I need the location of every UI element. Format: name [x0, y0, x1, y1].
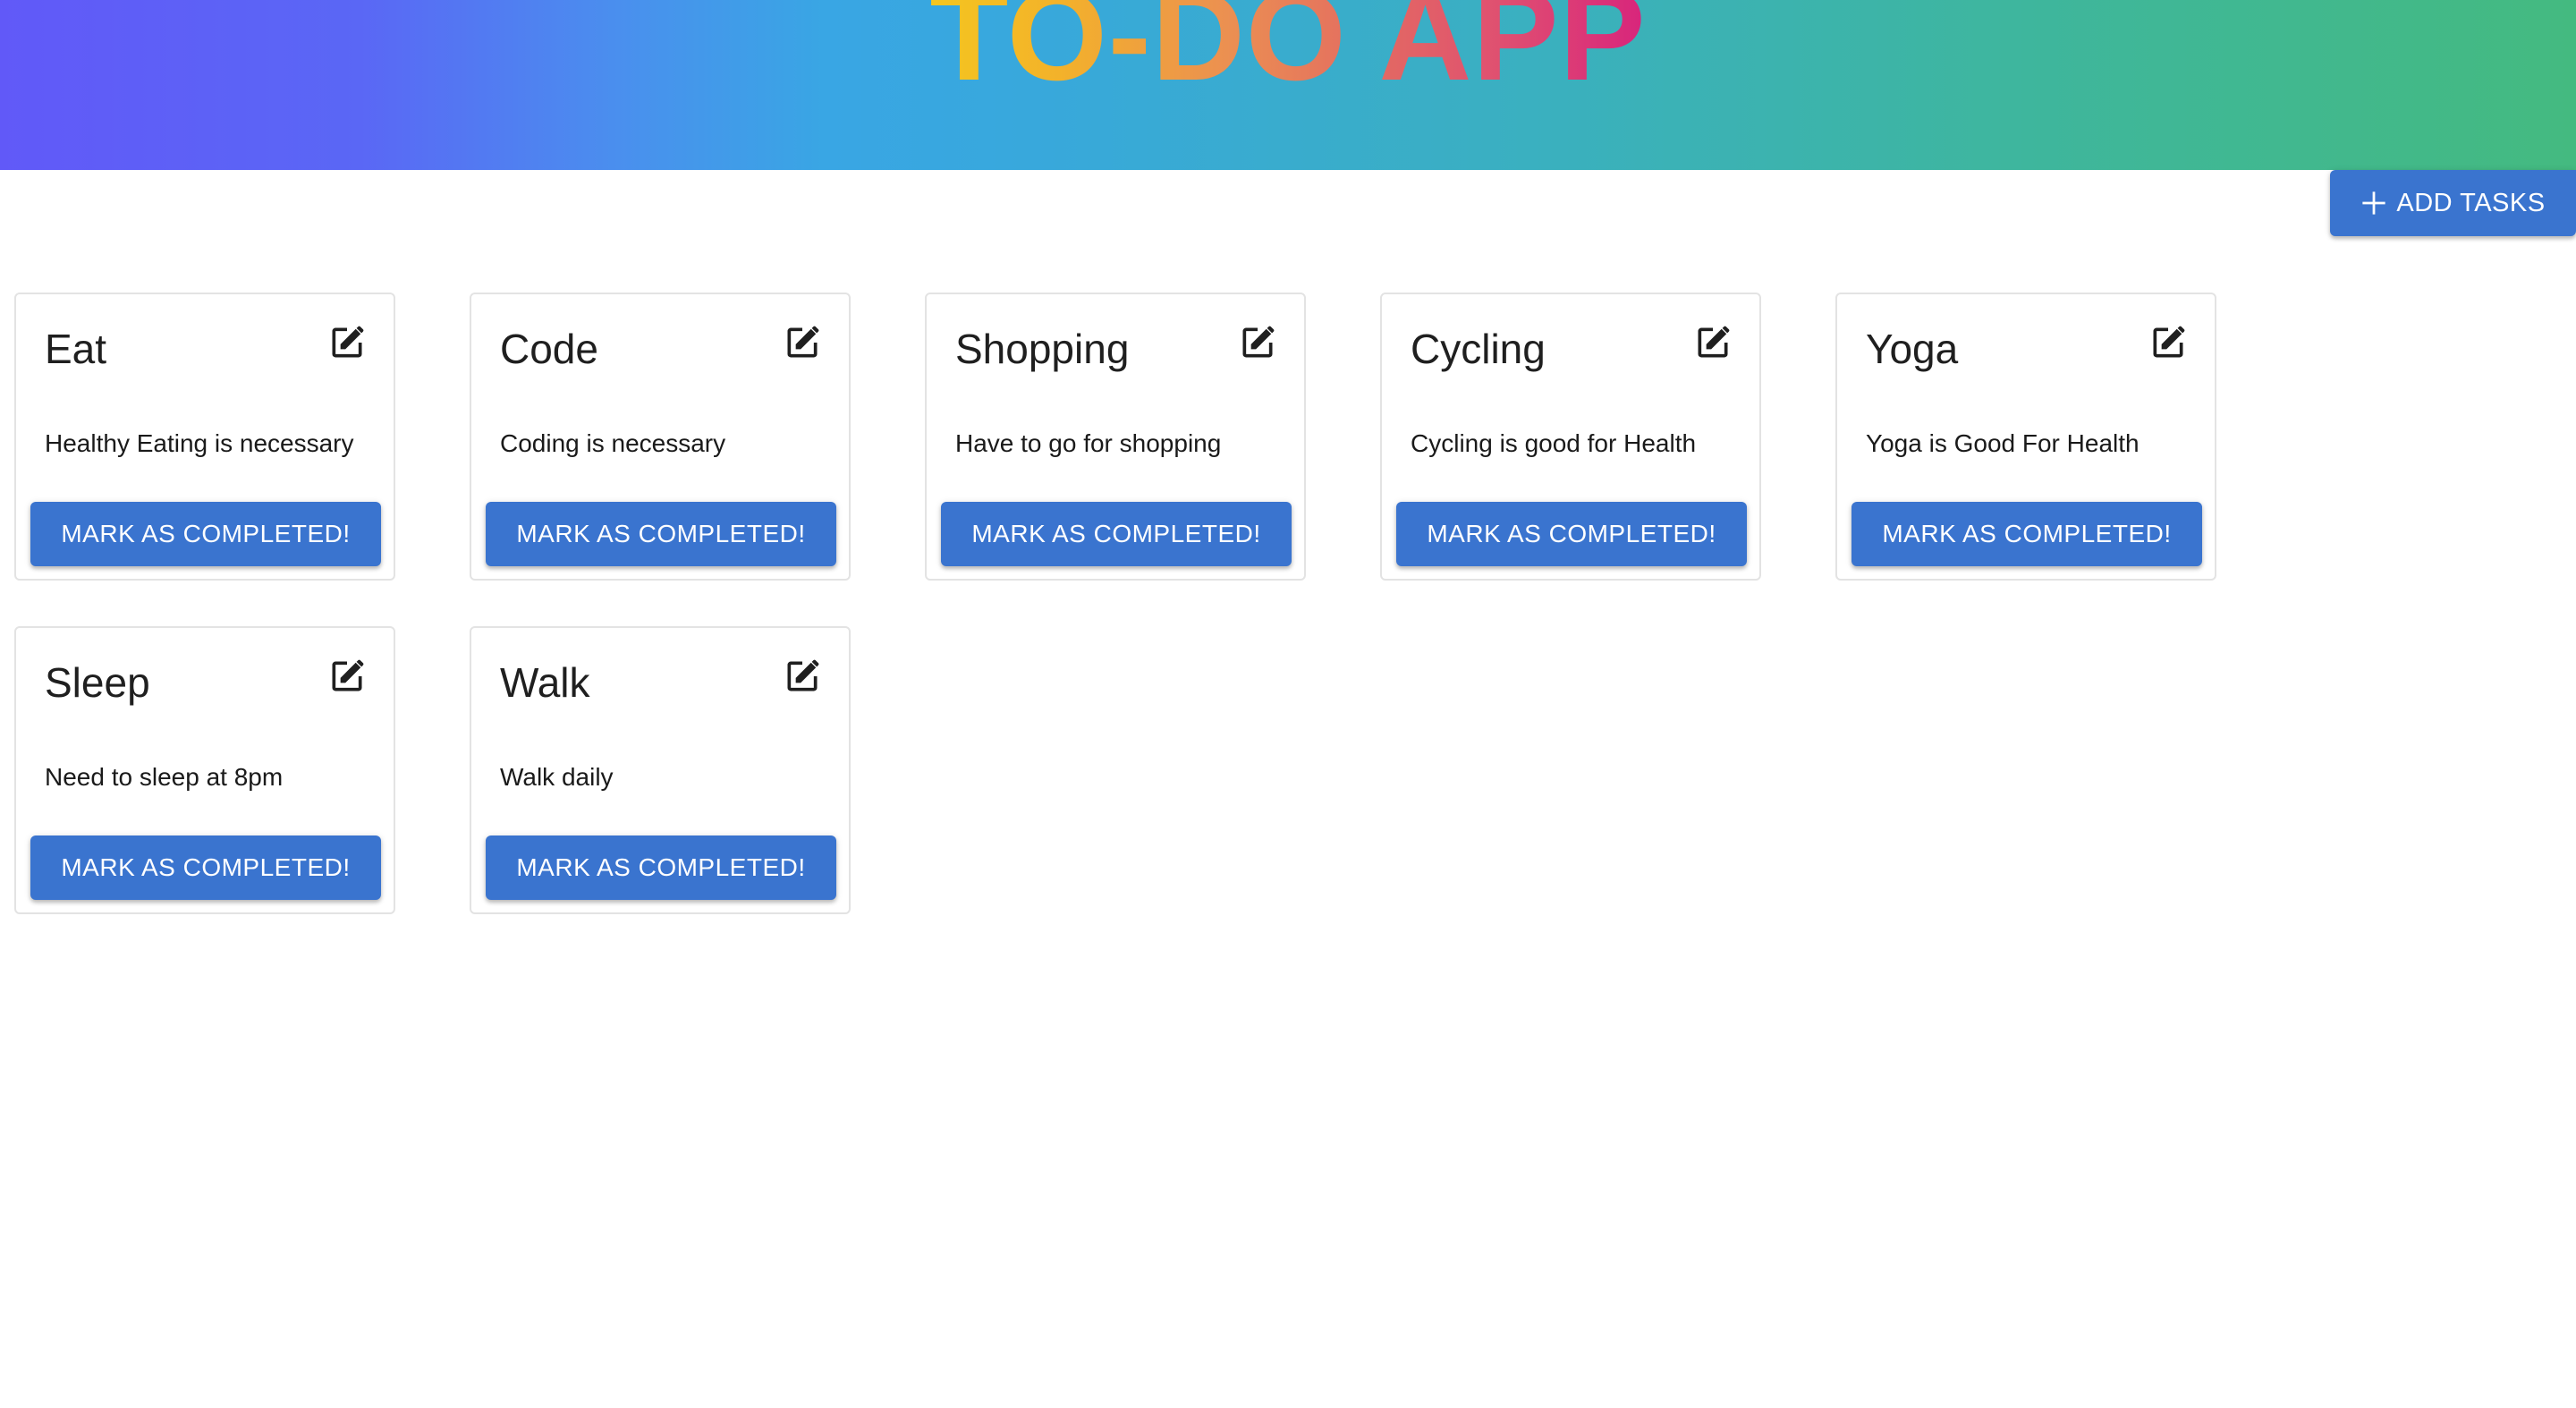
mark-completed-button[interactable]: MARK AS COMPLETED!	[1852, 502, 2202, 566]
task-card: Walk Walk daily MARK AS COMPLETED!	[470, 626, 851, 914]
add-tasks-button[interactable]: ADD TASKS	[2330, 170, 2576, 236]
app-page: TO-DO APP ADD TASKS Eat Healthy Eating i…	[0, 0, 2576, 1408]
task-title: Shopping	[955, 326, 1130, 372]
task-description: Healthy Eating is necessary	[45, 429, 354, 457]
task-description: Have to go for shopping	[955, 429, 1222, 457]
task-description: Cycling is good for Health	[1411, 429, 1697, 457]
edit-icon[interactable]	[1693, 323, 1733, 362]
edit-icon[interactable]	[327, 323, 367, 362]
task-card: Sleep Need to sleep at 8pm MARK AS COMPL…	[14, 626, 395, 914]
plus-icon	[2362, 191, 2386, 215]
edit-icon[interactable]	[2148, 323, 2188, 362]
task-card: Code Coding is necessary MARK AS COMPLET…	[470, 293, 851, 581]
task-card: Shopping Have to go for shopping MARK AS…	[925, 293, 1306, 581]
edit-icon[interactable]	[327, 657, 367, 696]
task-description: Need to sleep at 8pm	[45, 763, 284, 791]
mark-completed-button[interactable]: MARK AS COMPLETED!	[1396, 502, 1747, 566]
task-card: Eat Healthy Eating is necessary MARK AS …	[14, 293, 395, 581]
task-card: Cycling Cycling is good for Health MARK …	[1380, 293, 1761, 581]
task-title: Eat	[45, 326, 107, 372]
app-title: TO-DO APP	[929, 0, 1646, 100]
task-title: Code	[500, 326, 598, 372]
mark-completed-button[interactable]: MARK AS COMPLETED!	[30, 502, 381, 566]
edit-icon[interactable]	[783, 323, 822, 362]
mark-completed-button[interactable]: MARK AS COMPLETED!	[486, 835, 836, 900]
task-title: Yoga	[1866, 326, 1959, 372]
task-description: Coding is necessary	[500, 429, 726, 457]
add-tasks-label: ADD TASKS	[2396, 188, 2546, 217]
task-description: Yoga is Good For Health	[1866, 429, 2140, 457]
task-card: Yoga Yoga is Good For Health MARK AS COM…	[1835, 293, 2216, 581]
mark-completed-button[interactable]: MARK AS COMPLETED!	[486, 502, 836, 566]
task-title: Cycling	[1411, 326, 1546, 372]
mark-completed-button[interactable]: MARK AS COMPLETED!	[941, 502, 1292, 566]
task-description: Walk daily	[500, 763, 614, 791]
mark-completed-button[interactable]: MARK AS COMPLETED!	[30, 835, 381, 900]
app-header: TO-DO APP	[0, 0, 2576, 170]
edit-icon[interactable]	[783, 657, 822, 696]
task-title: Walk	[500, 659, 590, 706]
edit-icon[interactable]	[1238, 323, 1277, 362]
task-title: Sleep	[45, 659, 150, 706]
